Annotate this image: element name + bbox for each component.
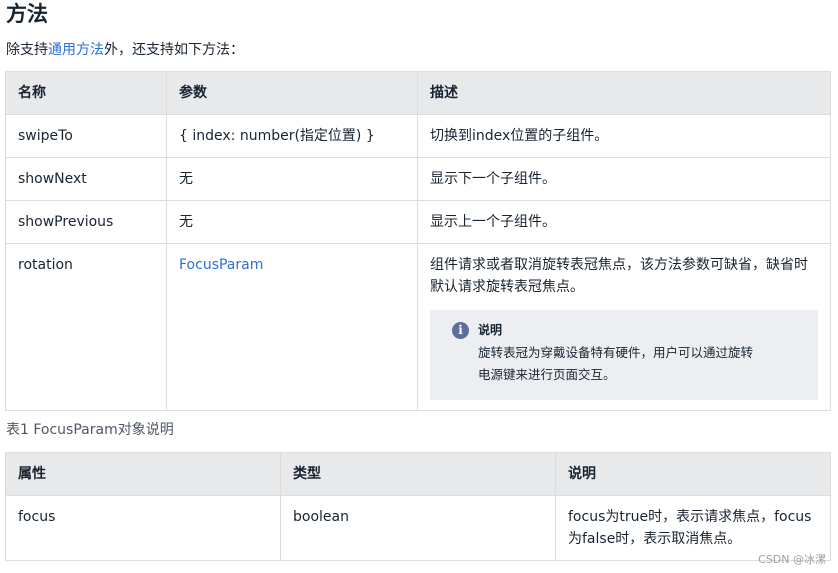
method-param: 无 xyxy=(166,200,418,244)
header-type: 类型 xyxy=(280,452,556,496)
method-desc: 显示上一个子组件。 xyxy=(417,200,831,244)
table-header-row: 属性 类型 说明 xyxy=(5,452,831,496)
header-description: 描述 xyxy=(417,71,831,115)
method-desc: 组件请求或者取消旋转表冠焦点，该方法参数可缺省，缺省时默认请求旋转表冠焦点。 xyxy=(430,257,808,295)
note-line-2: 电源键来进行页面交互。 xyxy=(478,367,616,382)
method-name: showNext xyxy=(5,157,167,201)
note-line-1: 旋转表冠为穿戴设备特有硬件，用户可以通过旋转 xyxy=(478,345,754,360)
attr-type: boolean xyxy=(280,495,556,561)
method-desc-cell: 组件请求或者取消旋转表冠焦点，该方法参数可缺省，缺省时默认请求旋转表冠焦点。 i… xyxy=(417,243,831,411)
header-name: 名称 xyxy=(5,71,167,115)
table-caption: 表1 FocusParam对象说明 xyxy=(6,422,174,438)
method-name: rotation xyxy=(5,243,167,411)
focus-param-link[interactable]: FocusParam xyxy=(179,257,263,273)
intro-text: 除支持通用方法外，还支持如下方法： xyxy=(6,40,244,60)
watermark: CSDN @冰漯 xyxy=(758,553,826,566)
table-row: showPrevious 无 显示上一个子组件。 xyxy=(5,200,831,244)
common-methods-link[interactable]: 通用方法 xyxy=(48,42,104,58)
method-desc: 显示下一个子组件。 xyxy=(417,157,831,201)
method-param: { index: number(指定位置) } xyxy=(166,114,418,158)
section-title: 方法 xyxy=(6,2,48,26)
table-row: showNext 无 显示下一个子组件。 xyxy=(5,157,831,201)
table-row: swipeTo { index: number(指定位置) } 切换到index… xyxy=(5,114,831,158)
intro-suffix: 外，还支持如下方法： xyxy=(104,42,244,58)
intro-prefix: 除支持 xyxy=(6,42,48,58)
note-body: 旋转表冠为穿戴设备特有硬件，用户可以通过旋转 电源键来进行页面交互。 xyxy=(452,342,804,386)
note-box: i 说明 旋转表冠为穿戴设备特有硬件，用户可以通过旋转 电源键来进行页面交互。 xyxy=(430,310,818,400)
methods-table: 名称 参数 描述 swipeTo { index: number(指定位置) }… xyxy=(5,71,831,411)
header-attribute: 属性 xyxy=(5,452,281,496)
table-row: rotation FocusParam 组件请求或者取消旋转表冠焦点，该方法参数… xyxy=(5,243,831,411)
attr-name: focus xyxy=(5,495,281,561)
method-param: FocusParam xyxy=(166,243,418,411)
note-title: 说明 xyxy=(478,323,503,337)
header-params: 参数 xyxy=(166,71,418,115)
method-param: 无 xyxy=(166,157,418,201)
method-name: showPrevious xyxy=(5,200,167,244)
info-icon: i xyxy=(452,321,469,339)
header-explanation: 说明 xyxy=(555,452,831,496)
table-header-row: 名称 参数 描述 xyxy=(5,71,831,115)
focus-param-table: 属性 类型 说明 focus boolean focus为true时，表示请求焦… xyxy=(5,452,831,561)
method-desc: 切换到index位置的子组件。 xyxy=(417,114,831,158)
table-row: focus boolean focus为true时，表示请求焦点，focus为f… xyxy=(5,495,831,561)
method-name: swipeTo xyxy=(5,114,167,158)
